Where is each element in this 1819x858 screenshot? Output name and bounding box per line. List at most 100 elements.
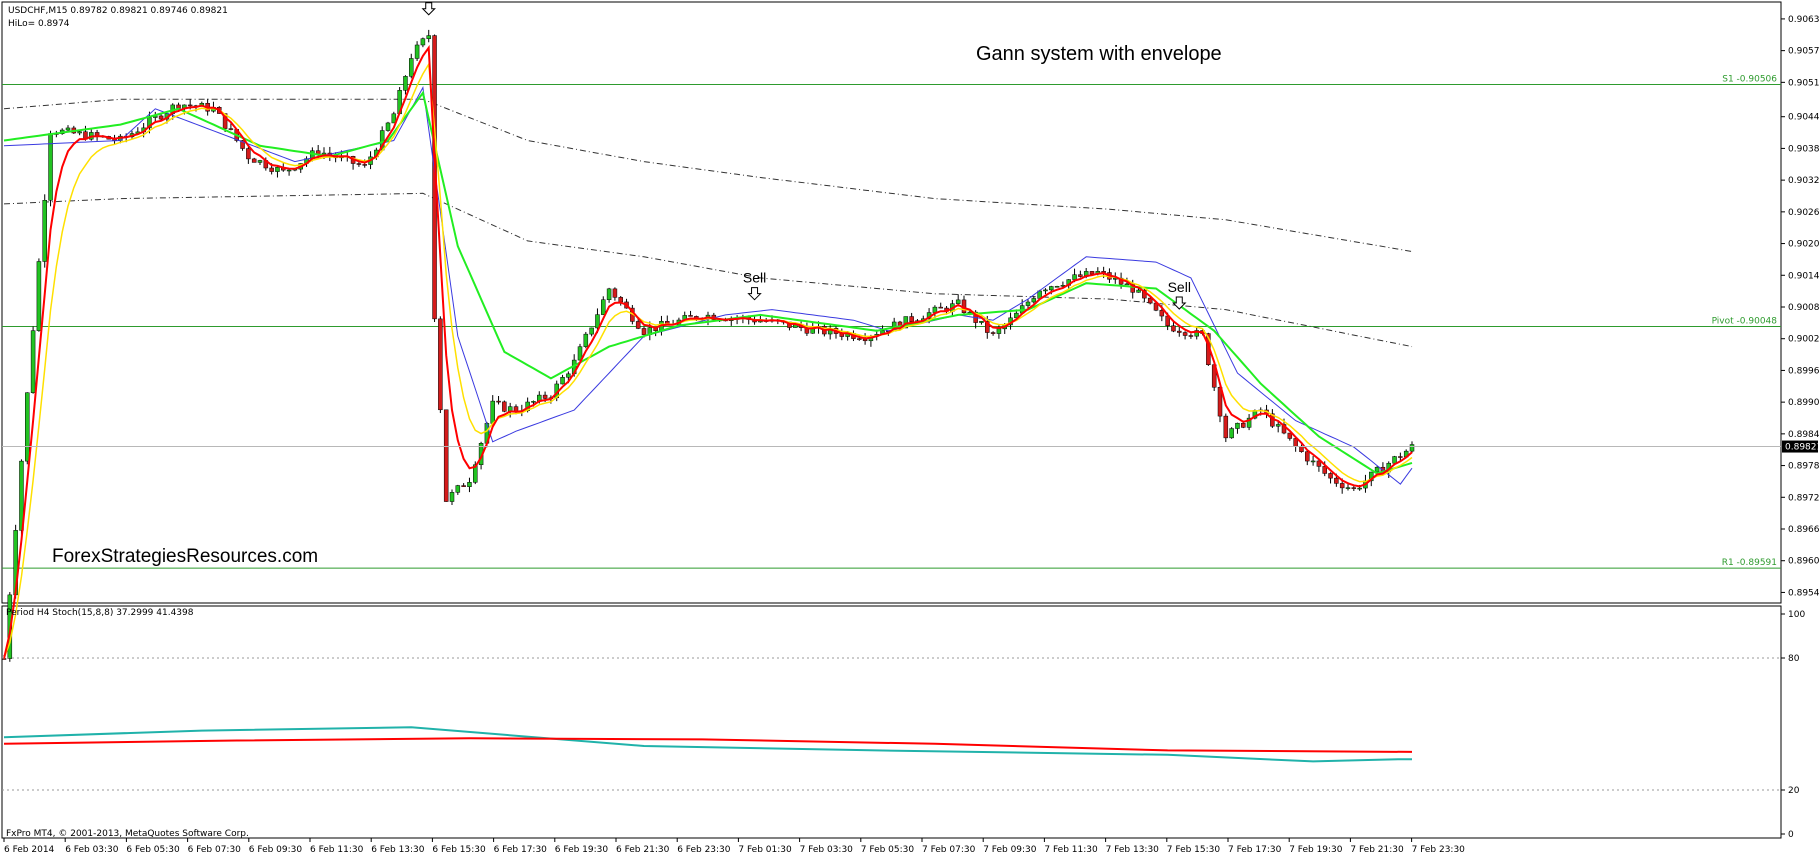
candle-body bbox=[1223, 415, 1229, 439]
candle-body bbox=[688, 315, 693, 317]
candle-body bbox=[269, 167, 274, 172]
candle-body bbox=[1241, 422, 1246, 428]
candle-body bbox=[618, 297, 623, 303]
sell-signal-label: Sell bbox=[417, 0, 440, 1]
candle-body bbox=[77, 131, 82, 134]
candle-body bbox=[566, 373, 571, 378]
time-tick-label: 6 Feb 15:30 bbox=[432, 845, 486, 855]
time-axis: 6 Feb 2014 6 Feb 03:30 6 Feb 05:30 6 Feb 07… bbox=[3, 838, 1466, 855]
watermark: ForexStrategiesResources.com bbox=[52, 546, 318, 567]
candle-body bbox=[1171, 325, 1176, 332]
candle-body bbox=[1229, 428, 1234, 439]
candle-body bbox=[938, 306, 943, 309]
candle-body bbox=[531, 401, 536, 403]
price-tick-label: 0.90145 bbox=[1788, 271, 1819, 281]
candle-body bbox=[438, 318, 443, 411]
time-tick-label: 7 Feb 03:30 bbox=[800, 845, 854, 855]
candle-body bbox=[1374, 466, 1380, 473]
candle-body bbox=[1334, 477, 1339, 484]
candle-body bbox=[1054, 286, 1060, 288]
sell-signal-label: Sell bbox=[743, 270, 766, 286]
candle-body bbox=[414, 44, 420, 59]
candle-body bbox=[362, 164, 367, 166]
candle-body bbox=[979, 320, 984, 323]
candle-body bbox=[1310, 460, 1316, 463]
candle-body bbox=[251, 158, 257, 163]
candle-body bbox=[490, 400, 495, 424]
price-tick-label: 0.89725 bbox=[1788, 493, 1819, 503]
candle-body bbox=[176, 104, 181, 109]
time-tick-label: 6 Feb 19:30 bbox=[555, 845, 609, 855]
candle-body bbox=[1025, 301, 1031, 306]
candle-body bbox=[996, 328, 1002, 334]
chart-title: Gann system with envelope bbox=[976, 43, 1222, 65]
candle-body bbox=[502, 401, 507, 412]
sell-arrow-icon bbox=[421, 2, 436, 16]
price-tick-label: 0.89845 bbox=[1788, 430, 1819, 440]
price-tick-label: 0.90445 bbox=[1788, 113, 1819, 123]
stoch-main-line bbox=[3, 726, 1412, 763]
candle-body bbox=[228, 128, 234, 130]
candle-body bbox=[1392, 456, 1397, 464]
time-tick-label: 7 Feb 01:30 bbox=[738, 845, 792, 855]
candle-body bbox=[25, 392, 30, 462]
candle-body bbox=[560, 377, 565, 385]
current-price-label: 0.89821 bbox=[1785, 443, 1819, 453]
price-tick-label: 0.90510 bbox=[1788, 78, 1819, 88]
candle-body bbox=[1275, 424, 1281, 427]
time-tick-label: 6 Feb 03:30 bbox=[65, 845, 119, 855]
candle-body bbox=[542, 394, 548, 399]
candle-body bbox=[461, 485, 466, 487]
time-tick-label: 6 Feb 11:30 bbox=[310, 845, 364, 855]
pivot-levels: S1 -0.90506 Pivot -0.90048 R1 -0.89591 bbox=[2, 74, 1781, 569]
candle-body bbox=[1328, 473, 1333, 479]
time-tick-label: 6 Feb 23:30 bbox=[677, 845, 731, 855]
candle-body bbox=[426, 35, 431, 39]
candle-body bbox=[606, 288, 612, 300]
candle-body bbox=[449, 492, 455, 502]
stoch-label: Period H4 Stoch(15,8,8) 37.2999 41.4398 bbox=[6, 608, 194, 618]
chart-frame bbox=[1, 1, 1782, 839]
candle-body bbox=[635, 321, 641, 329]
level-label: S1 -0.90506 bbox=[1722, 74, 1777, 84]
time-tick-label: 7 Feb 21:30 bbox=[1350, 845, 1404, 855]
stoch-panel-border bbox=[1, 605, 1782, 839]
candle-body bbox=[65, 127, 71, 131]
price-tick-label: 0.90385 bbox=[1788, 144, 1819, 154]
candle-body bbox=[1398, 456, 1403, 458]
candle-body bbox=[1078, 274, 1083, 277]
candle-body bbox=[955, 299, 961, 304]
candle-body bbox=[857, 338, 862, 340]
time-tick-label: 7 Feb 05:30 bbox=[861, 845, 915, 855]
stochastic-panel: 100 80 20 0 bbox=[2, 610, 1805, 840]
candle-body bbox=[990, 332, 996, 334]
time-tick-label: 6 Feb 09:30 bbox=[249, 845, 303, 855]
stoch-tick-label: 100 bbox=[1788, 610, 1805, 620]
candle-body bbox=[589, 327, 594, 335]
price-tick-label: 0.89965 bbox=[1788, 366, 1819, 376]
candle-body bbox=[1351, 487, 1357, 489]
candle-body bbox=[403, 76, 408, 91]
price-tick-label: 0.90630 bbox=[1788, 15, 1819, 25]
candle-body bbox=[909, 316, 914, 323]
candle-body bbox=[356, 163, 362, 165]
candle-body bbox=[601, 299, 606, 315]
stoch-tick-label: 80 bbox=[1788, 654, 1800, 664]
candle-body bbox=[36, 261, 42, 331]
candle-body bbox=[612, 288, 618, 298]
time-tick-label: 7 Feb 07:30 bbox=[922, 845, 976, 855]
candle-body bbox=[1235, 422, 1240, 429]
candle-body bbox=[1188, 335, 1194, 337]
price-tick-label: 0.89665 bbox=[1788, 525, 1819, 535]
candle-body bbox=[30, 330, 36, 393]
candle-body bbox=[385, 122, 391, 131]
time-tick-label: 7 Feb 23:30 bbox=[1412, 845, 1466, 855]
time-tick-label: 6 Feb 21:30 bbox=[616, 845, 670, 855]
stoch-signal-line bbox=[3, 737, 1413, 753]
candle-body bbox=[641, 328, 647, 335]
candle-body bbox=[1049, 286, 1054, 291]
candle-body bbox=[1136, 289, 1141, 293]
price-tick-label: 0.89905 bbox=[1788, 398, 1819, 408]
price-tick-label: 0.90205 bbox=[1788, 240, 1819, 250]
ma-mid-line bbox=[3, 61, 1413, 659]
